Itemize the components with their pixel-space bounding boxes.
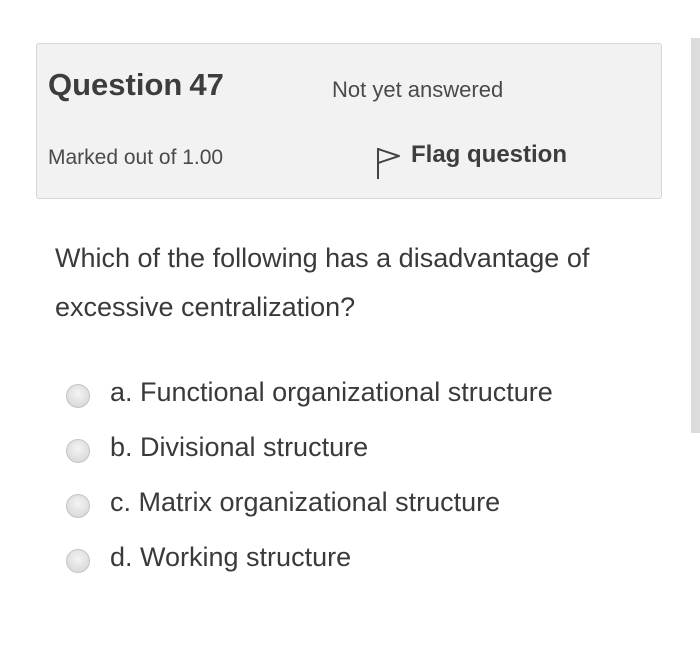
question-title-prefix: Question	[48, 67, 183, 102]
flag-question-button[interactable]: Flag question	[375, 140, 567, 179]
flag-icon	[377, 148, 400, 179]
flag-question-label: Flag question	[411, 141, 567, 168]
question-number: 47	[189, 67, 224, 102]
answer-list: a. Functional organizational structure b…	[66, 365, 666, 585]
scrollbar[interactable]	[691, 38, 700, 433]
answer-option-d[interactable]: d. Working structure	[66, 530, 666, 585]
answer-label-c: c. Matrix organizational structure	[110, 487, 501, 517]
answer-label-b: b. Divisional structure	[110, 432, 369, 462]
question-title: Question 47	[48, 67, 224, 103]
question-state: Not yet answered	[332, 77, 504, 102]
radio-button-a[interactable]	[66, 383, 90, 408]
question-text: Which of the following has a disadvantag…	[55, 243, 590, 322]
answer-option-c[interactable]: c. Matrix organizational structure	[66, 475, 666, 530]
radio-button-b[interactable]	[66, 438, 90, 463]
question-info-panel: Question 47 Not yet answered Marked out o…	[36, 43, 662, 199]
radio-button-d[interactable]	[66, 548, 90, 573]
question-grade: Marked out of 1.00	[48, 146, 224, 169]
radio-button-c[interactable]	[66, 493, 90, 518]
answer-option-b[interactable]: b. Divisional structure	[66, 420, 666, 475]
answer-label-d: d. Working structure	[110, 542, 352, 572]
answer-option-a[interactable]: a. Functional organizational structure	[66, 365, 666, 420]
answer-label-a: a. Functional organizational structure	[110, 377, 553, 407]
